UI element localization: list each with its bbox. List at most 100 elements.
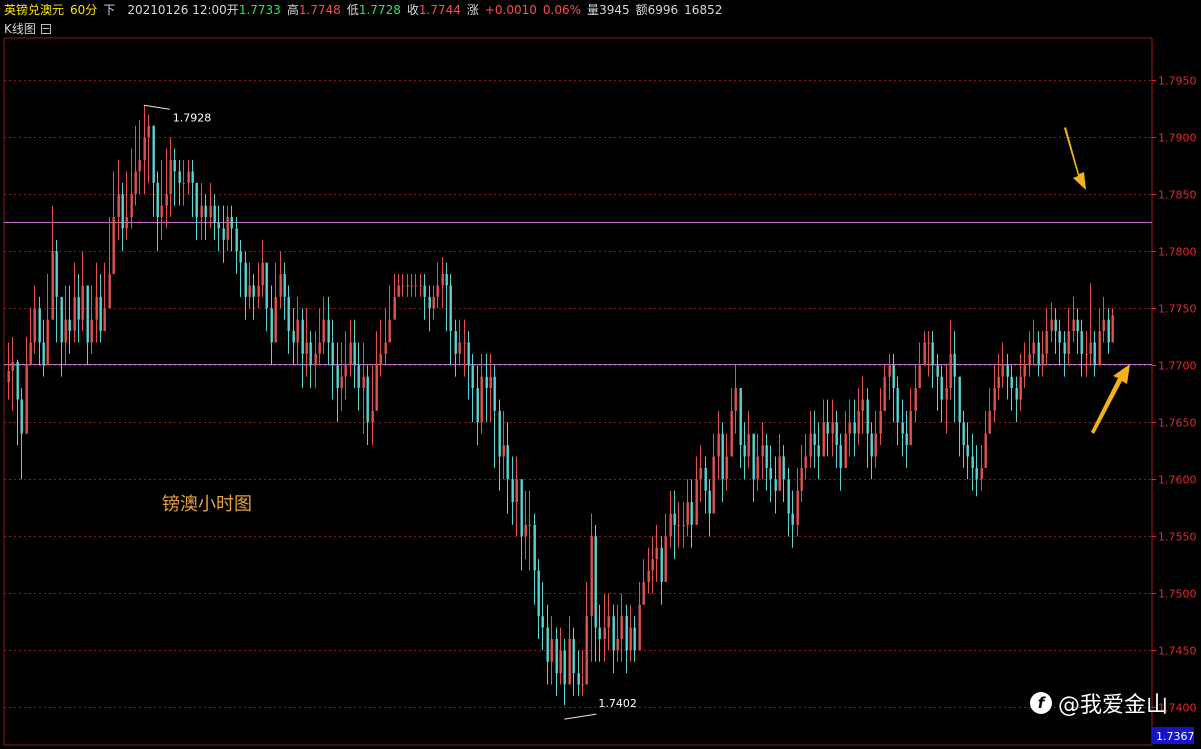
candle-body (209, 205, 212, 218)
candle-body (870, 433, 873, 457)
candle-body (559, 650, 562, 674)
plot-frame (3, 37, 1153, 746)
candle (638, 581, 641, 651)
candle-body (664, 536, 667, 582)
candle-body (108, 274, 111, 309)
candle-body (905, 433, 908, 446)
candle-body (511, 479, 514, 503)
candle (191, 160, 194, 218)
candle-body (134, 171, 137, 195)
candle-body (717, 433, 720, 457)
candle-body (682, 524, 685, 526)
candle-body (756, 456, 759, 480)
candle (239, 239, 242, 297)
candle (327, 296, 330, 366)
candle (25, 336, 28, 434)
grid-layer (3, 37, 1153, 746)
y-tick-label: 1.7850 (1158, 189, 1197, 202)
candle-body (918, 365, 921, 389)
candle-body (690, 502, 693, 525)
candle (993, 365, 996, 423)
candle (261, 239, 264, 297)
candle (905, 410, 908, 468)
candle-body (77, 296, 80, 320)
candle-body (458, 342, 461, 354)
candle (756, 433, 759, 491)
candle (90, 285, 93, 354)
candle-body (1089, 342, 1092, 354)
candle (739, 388, 742, 468)
candle (870, 422, 873, 480)
candle (1058, 319, 1061, 366)
candle-body (555, 638, 558, 674)
candle-body (909, 410, 912, 446)
candle-body (980, 467, 983, 480)
candle (743, 422, 746, 480)
candle-body (449, 285, 452, 332)
candle (844, 410, 847, 468)
candle (428, 285, 431, 332)
candle-body (261, 262, 264, 286)
candle (292, 308, 295, 366)
candle (7, 342, 10, 400)
candle (1032, 319, 1035, 366)
candle-body (165, 194, 168, 206)
candle-body (528, 524, 531, 526)
candle-body (279, 274, 282, 297)
candle-body (1032, 342, 1035, 354)
candle (165, 148, 168, 229)
candle-body (774, 479, 777, 491)
candle-body (1015, 388, 1018, 400)
candle-body (603, 627, 606, 639)
candle (1023, 342, 1026, 389)
candle (725, 433, 728, 491)
candle (16, 359, 19, 446)
candle-body (1054, 319, 1057, 332)
candle (761, 422, 764, 480)
candle (130, 148, 133, 229)
candle-body (765, 445, 768, 468)
candle-body (831, 422, 834, 434)
candle (690, 479, 693, 548)
candle-body (239, 251, 242, 263)
candle (29, 308, 32, 366)
candle-body (590, 536, 593, 617)
candle (848, 399, 851, 457)
candle (734, 365, 737, 434)
candle (147, 114, 150, 183)
candle-body (778, 456, 781, 491)
candle-body (112, 217, 115, 275)
candle-body (471, 365, 474, 389)
candle (585, 581, 588, 685)
candle-body (848, 422, 851, 434)
candle-body (809, 433, 812, 457)
candle (449, 274, 452, 366)
candle-body (914, 388, 917, 411)
candle-body (393, 296, 396, 320)
candle (1019, 353, 1022, 411)
candle (125, 171, 128, 240)
candle-body (29, 342, 32, 366)
candle (1072, 296, 1075, 343)
candle-body (283, 274, 286, 297)
candle (861, 376, 864, 434)
candle (1085, 331, 1088, 377)
candle (778, 433, 781, 491)
candle (296, 296, 299, 366)
candle-body (419, 285, 422, 287)
candle (99, 274, 102, 343)
candle-body (1098, 331, 1101, 366)
candle (528, 490, 531, 571)
candle (598, 604, 601, 662)
candle-body (1050, 319, 1053, 332)
candle-body (99, 296, 102, 332)
candle (222, 205, 225, 263)
candle (160, 160, 163, 240)
candle (393, 274, 396, 320)
candle-body (60, 296, 63, 343)
candle (454, 319, 457, 377)
candle (498, 399, 501, 491)
candle (248, 262, 251, 309)
candle (502, 410, 505, 480)
candle (520, 479, 523, 571)
